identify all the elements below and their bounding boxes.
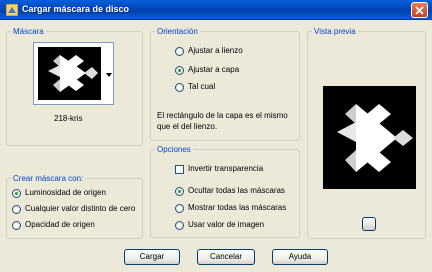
window-title: Cargar máscara de disco <box>22 4 130 14</box>
checkbox-label: Invertir transparencia <box>188 164 264 173</box>
radio-label: Tal cual <box>188 82 216 91</box>
load-button[interactable]: Cargar <box>124 249 180 265</box>
mask-thumbnail <box>38 47 101 100</box>
radio-indicator <box>12 204 21 214</box>
orientation-note-line-1: El rectángulo de la capa es el mismo <box>157 111 288 120</box>
radio-indicator <box>175 82 184 92</box>
create-mask-legend: Crear máscara con: <box>11 173 86 184</box>
mask-thumbnail-picker[interactable] <box>33 42 114 105</box>
radio-as-is[interactable]: Tal cual <box>175 82 215 92</box>
radio-label: Mostrar todas las máscaras <box>188 203 287 212</box>
radio-show-all-masks[interactable]: Mostrar todas las máscaras <box>175 203 286 213</box>
radio-indicator <box>175 203 184 213</box>
radio-label: Ocultar todas las máscaras <box>188 186 285 195</box>
radio-indicator <box>12 188 21 198</box>
radio-label: Ajustar a capa <box>188 65 240 74</box>
mask-thumbnail-image <box>48 55 98 92</box>
help-button[interactable]: Ayuda <box>272 249 328 265</box>
radio-indicator <box>175 220 184 230</box>
radio-source-luminance[interactable]: Luminosidad de origen <box>12 188 106 198</box>
close-button[interactable] <box>411 2 428 18</box>
mask-legend: Máscara <box>11 26 46 37</box>
preview-legend: Vista previa <box>312 26 358 37</box>
orientation-note-line-2: que el del lienzo. <box>157 122 218 131</box>
radio-label: Usar valor de imagen <box>188 220 265 229</box>
preview-image <box>323 86 416 189</box>
orientation-legend: Orientación <box>155 26 200 37</box>
radio-indicator <box>175 46 184 56</box>
radio-label: Opacidad de origen <box>25 220 95 229</box>
preview-toggle-button[interactable] <box>362 217 376 231</box>
radio-indicator <box>175 186 184 196</box>
invert-transparency-checkbox[interactable]: Invertir transparencia <box>175 164 263 174</box>
radio-source-opacity[interactable]: Opacidad de origen <box>12 220 95 230</box>
radio-label: Cualquier valor distinto de cero <box>25 204 136 213</box>
close-icon <box>415 6 424 15</box>
preview-mask-image <box>337 104 413 172</box>
radio-hide-all-masks[interactable]: Ocultar todas las máscaras <box>175 186 285 196</box>
radio-indicator <box>12 220 21 230</box>
radio-indicator <box>175 65 184 75</box>
radio-any-nonzero[interactable]: Cualquier valor distinto de cero <box>12 204 135 214</box>
radio-label: Ajustar a lienzo <box>188 46 243 55</box>
radio-fit-layer[interactable]: Ajustar a capa <box>175 65 239 75</box>
options-legend: Opciones <box>155 144 193 155</box>
radio-fit-canvas[interactable]: Ajustar a lienzo <box>175 46 243 56</box>
radio-label: Luminosidad de origen <box>25 188 106 197</box>
chevron-down-icon[interactable] <box>106 73 112 77</box>
checkbox-indicator <box>175 164 184 174</box>
app-icon <box>6 4 18 16</box>
title-bar[interactable]: Cargar máscara de disco <box>0 0 432 20</box>
cancel-button[interactable]: Cancelar <box>197 249 255 265</box>
radio-use-image-value[interactable]: Usar valor de imagen <box>175 220 264 230</box>
mask-name-label: 218-kris <box>54 114 83 123</box>
